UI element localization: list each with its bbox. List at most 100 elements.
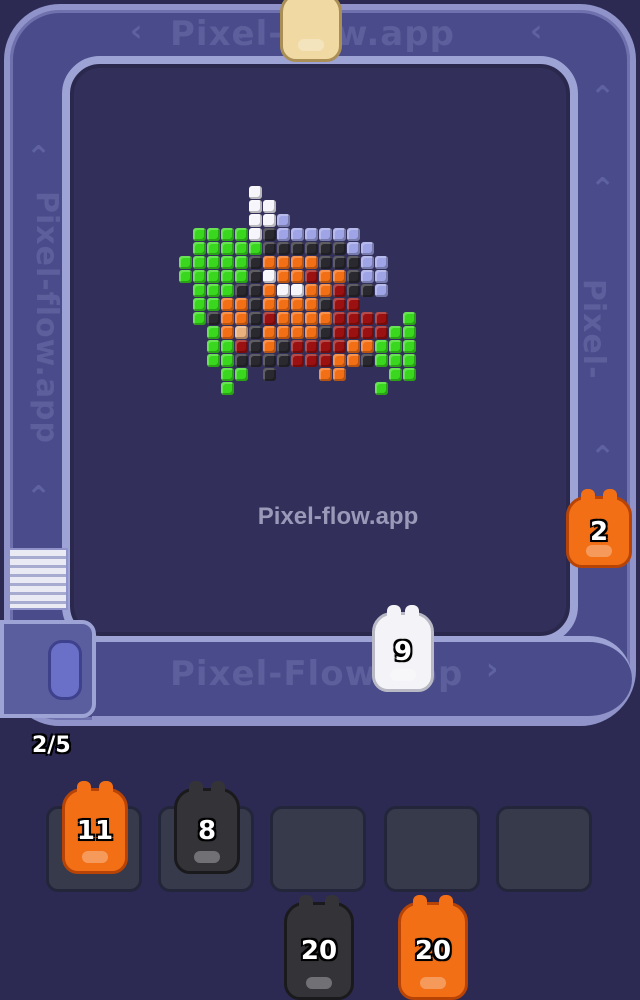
pixel-block (263, 242, 276, 255)
pixel-block (305, 242, 318, 255)
pixel-block (193, 298, 206, 311)
pixel-block (403, 354, 416, 367)
pixel-block (291, 354, 304, 367)
waiting-pig[interactable]: 20 (398, 895, 468, 1000)
pixel-block (263, 284, 276, 297)
pixel-block (221, 242, 234, 255)
pixel-block (305, 284, 318, 297)
pixel-block (305, 228, 318, 241)
queue-slot[interactable] (496, 806, 592, 892)
queue-slot[interactable] (270, 806, 366, 892)
pixel-block (249, 312, 262, 325)
pixel-block (277, 354, 290, 367)
waiting-pig[interactable]: 20 (284, 895, 354, 1000)
pixel-block (263, 270, 276, 283)
belt-pig[interactable] (280, 0, 342, 62)
pig-count: 20 (414, 936, 452, 966)
pixel-block (333, 368, 346, 381)
pixel-block (333, 256, 346, 269)
pixel-block (333, 340, 346, 353)
pixel-block (319, 312, 332, 325)
pixel-block (221, 228, 234, 241)
pig-count: 2 (589, 517, 609, 547)
pixel-block (403, 368, 416, 381)
pixel-block (207, 340, 220, 353)
pig-snout (298, 39, 324, 51)
pixel-block (235, 242, 248, 255)
pixel-block (249, 326, 262, 339)
pixel-block (361, 256, 374, 269)
pixel-block (277, 340, 290, 353)
pixel-block (263, 200, 276, 213)
pixel-block (291, 312, 304, 325)
pixel-block (249, 270, 262, 283)
pixel-block (249, 256, 262, 269)
pixel-block (277, 270, 290, 283)
pixel-block (291, 326, 304, 339)
pixel-block (263, 228, 276, 241)
pixel-block (221, 340, 234, 353)
belt-pig[interactable]: 2 (566, 489, 632, 568)
pixel-block (319, 256, 332, 269)
pixel-block (347, 312, 360, 325)
pixel-block (277, 242, 290, 255)
pixel-block (375, 284, 388, 297)
pixel-block (221, 284, 234, 297)
pixel-block (263, 214, 276, 227)
pixel-block (361, 326, 374, 339)
queue-pig[interactable]: 11 (62, 781, 128, 874)
pixel-block (179, 270, 192, 283)
pixel-block (263, 368, 276, 381)
pixel-block (235, 368, 248, 381)
progress-counter: 2/5 (32, 733, 71, 758)
pig-count: 20 (300, 936, 338, 966)
queue-slot[interactable] (384, 806, 480, 892)
pixel-block (403, 340, 416, 353)
pixel-block (347, 242, 360, 255)
pixel-block (333, 354, 346, 367)
pixel-block (263, 312, 276, 325)
pixel-block (375, 270, 388, 283)
pixel-block (235, 270, 248, 283)
pixel-block (291, 284, 304, 297)
pixel-block (347, 326, 360, 339)
pixel-block (193, 270, 206, 283)
pixel-block (291, 340, 304, 353)
game-stage: ‹ ‹ Pixel-flow.app ‹ ⌃ ⌃ ⌃ ⌃ ⌃ Pixel-flo… (0, 0, 640, 1000)
pig-snout (390, 669, 416, 681)
pixel-block (207, 312, 220, 325)
pixel-block (249, 284, 262, 297)
pixel-block (319, 340, 332, 353)
pixel-block (389, 354, 402, 367)
pixel-block (291, 270, 304, 283)
pixel-block (263, 256, 276, 269)
pixel-block (221, 256, 234, 269)
pixel-block (235, 284, 248, 297)
pixel-block (333, 298, 346, 311)
pixel-block (347, 256, 360, 269)
pixel-block (361, 270, 374, 283)
pixel-block (361, 284, 374, 297)
pixel-block (277, 326, 290, 339)
pixel-block (235, 326, 248, 339)
pixel-block (221, 326, 234, 339)
pixel-block (207, 284, 220, 297)
pixel-block (375, 326, 388, 339)
pixel-block (319, 270, 332, 283)
pixel-block (305, 298, 318, 311)
pixel-block (319, 242, 332, 255)
pixel-block (235, 340, 248, 353)
pixel-block (221, 270, 234, 283)
pixel-block (319, 354, 332, 367)
pixel-block (389, 326, 402, 339)
pixel-block (347, 270, 360, 283)
pixel-block (319, 298, 332, 311)
belt-pig[interactable]: 9 (372, 605, 434, 692)
queue-pig[interactable]: 8 (174, 781, 240, 874)
pixel-block (389, 368, 402, 381)
pixel-block (347, 354, 360, 367)
pixel-block (375, 312, 388, 325)
pig-snout (306, 977, 332, 989)
pixel-block (235, 256, 248, 269)
pixel-block (263, 354, 276, 367)
